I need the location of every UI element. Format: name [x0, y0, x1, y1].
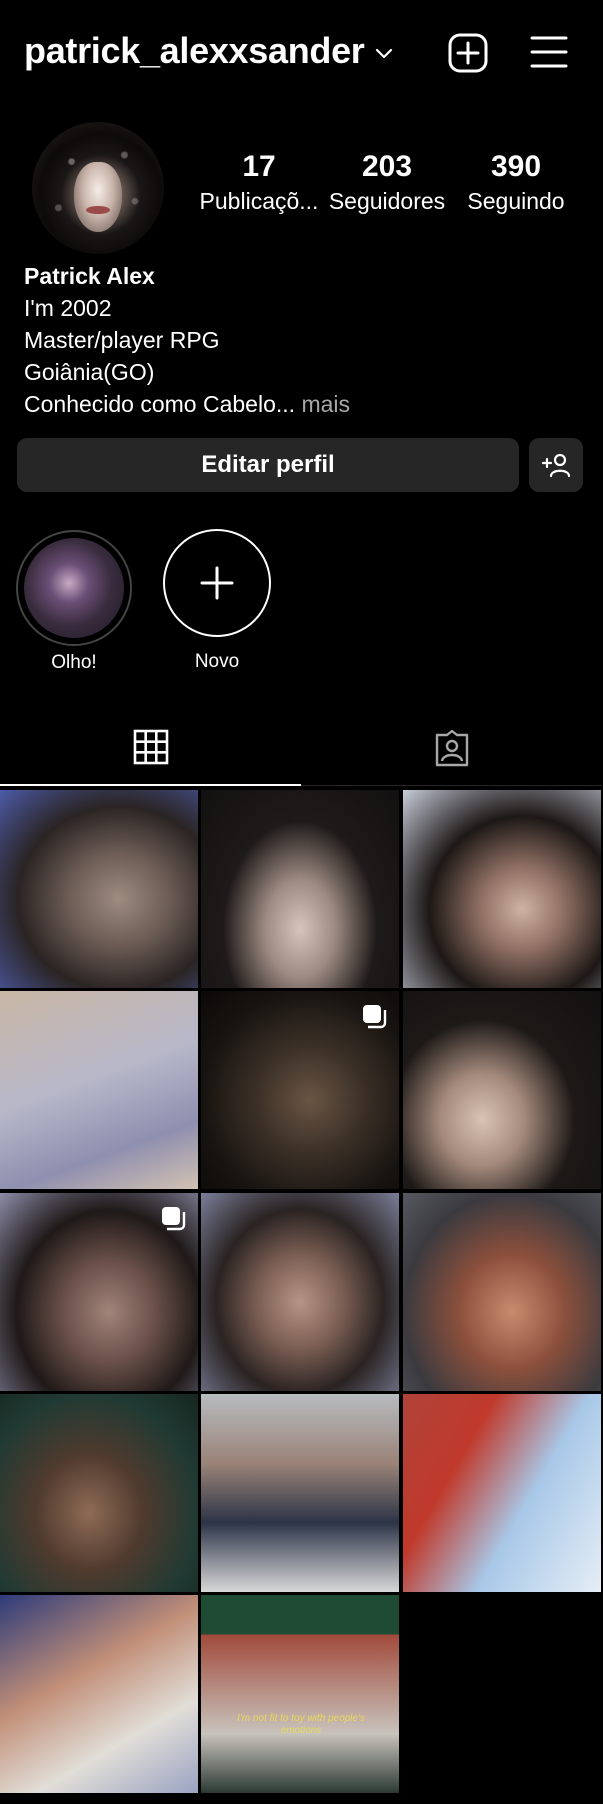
highlight-label: Olho! [51, 652, 97, 673]
post-thumbnail[interactable] [403, 1193, 601, 1391]
post-caption-overlay: I'm not fit to toy with people's emotion… [237, 1713, 365, 1736]
plus-icon [200, 566, 234, 600]
carousel-icon [162, 1207, 186, 1231]
profile-header: patrick_alexxsander [0, 0, 603, 105]
grid-icon [133, 729, 168, 765]
bio-line: I'm 2002 [24, 295, 112, 321]
new-highlight-button[interactable]: Novo [163, 529, 271, 673]
stat-value: 203 [361, 150, 413, 183]
post-thumbnail[interactable] [0, 991, 198, 1189]
post-thumbnail[interactable] [403, 991, 601, 1189]
account-switcher[interactable]: patrick_alexxsander [24, 30, 393, 72]
post-thumbnail[interactable] [201, 790, 399, 988]
bio-line: Goiânia(GO) [24, 359, 155, 385]
highlight-cover [24, 538, 124, 638]
posts-count[interactable]: 17 Publicaçõ... [198, 150, 320, 215]
discover-people-button[interactable] [529, 438, 583, 492]
tagged-person-icon [435, 729, 468, 766]
stat-label: Seguidores [328, 188, 446, 214]
chevron-down-icon [375, 48, 392, 59]
edit-profile-button[interactable]: Editar perfil [17, 438, 519, 492]
post-thumbnail[interactable] [403, 790, 601, 988]
post-thumbnail[interactable] [0, 1193, 198, 1391]
add-person-icon [541, 453, 571, 478]
tab-posts-grid[interactable] [0, 710, 301, 786]
post-thumbnail[interactable] [403, 1394, 601, 1592]
stat-value: 390 [490, 150, 542, 183]
stat-label: Seguindo [467, 188, 565, 214]
hamburger-menu-icon[interactable] [530, 34, 568, 70]
stat-value: 17 [242, 150, 276, 183]
username: patrick_alexxsander [24, 30, 365, 71]
post-thumbnail[interactable] [0, 790, 198, 988]
carousel-icon [363, 1005, 387, 1029]
post-thumbnail[interactable] [201, 1193, 399, 1391]
bio-more-link[interactable]: mais [301, 391, 350, 417]
profile-bio: Patrick Alex I'm 2002 Master/player RPG … [24, 260, 350, 420]
profile-name: Patrick Alex [24, 263, 155, 289]
highlight-olho[interactable]: Olho! [16, 530, 132, 674]
tab-tagged[interactable] [301, 710, 602, 786]
bio-line: Master/player RPG [24, 327, 220, 353]
profile-tabs [0, 710, 603, 786]
bio-line: Conhecido como Cabelo... [24, 391, 296, 417]
following-count[interactable]: 390 Seguindo [462, 150, 570, 215]
followers-count[interactable]: 203 Seguidores [326, 150, 448, 215]
highlight-label: Novo [194, 651, 240, 672]
post-thumbnail[interactable] [201, 991, 399, 1189]
post-thumbnail[interactable] [0, 1394, 198, 1592]
stat-label: Publicaçõ... [199, 188, 319, 214]
profile-avatar[interactable] [32, 122, 164, 254]
post-thumbnail[interactable]: I'm not fit to toy with people's emotion… [201, 1595, 399, 1793]
post-thumbnail[interactable] [0, 1595, 198, 1793]
plus-square-icon[interactable] [448, 33, 488, 73]
post-thumbnail[interactable] [201, 1394, 399, 1592]
bio-line-truncated: Conhecido como Cabelo... mais [24, 388, 350, 420]
